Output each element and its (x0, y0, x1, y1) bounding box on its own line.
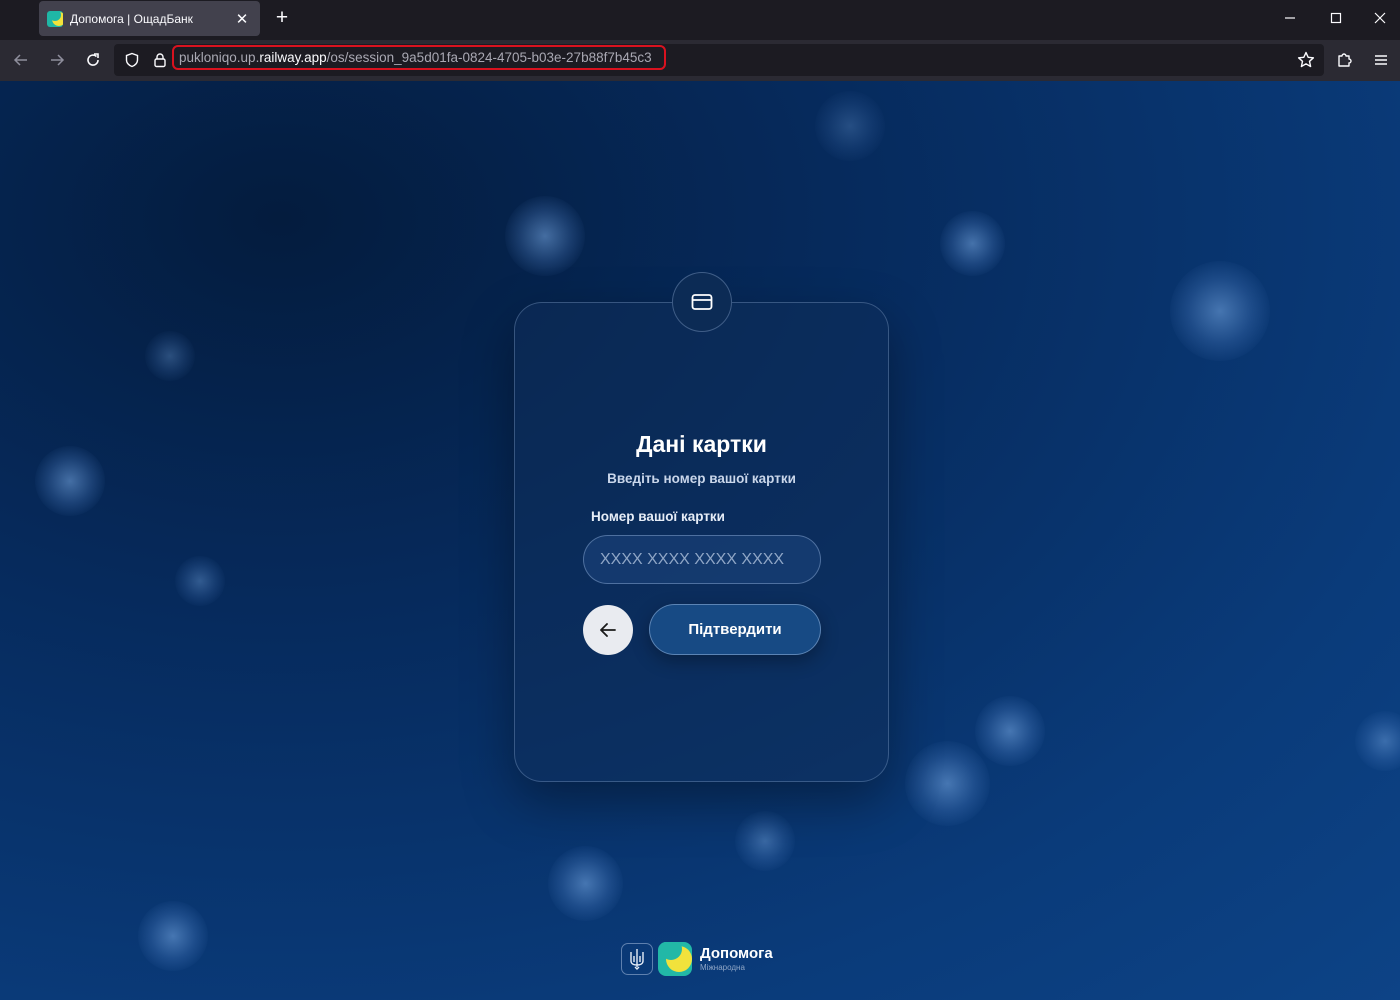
brand-text: Допомога Міжнародна (700, 944, 773, 973)
back-button[interactable] (583, 605, 633, 655)
brand-logo-icon (658, 942, 692, 976)
shield-icon[interactable] (124, 52, 140, 68)
url-highlight[interactable]: pukloniqo.up.railway.app/os/session_9a5d… (172, 45, 666, 70)
forward-nav-button[interactable] (41, 44, 73, 76)
site-favicon-icon (47, 10, 63, 27)
arrow-left-icon (600, 623, 616, 637)
card-number-label: Номер вашої картки (591, 509, 725, 524)
lock-icon[interactable] (152, 52, 168, 68)
page-content: Дані картки Введіть номер вашої картки Н… (0, 81, 1400, 1000)
credit-card-icon (691, 294, 713, 310)
arrow-right-icon (51, 54, 65, 66)
minimize-icon (1285, 17, 1295, 19)
close-icon (1374, 12, 1385, 24)
footer-brand-logo: Допомога Міжнародна (621, 939, 773, 979)
hamburger-menu-icon (1375, 55, 1387, 65)
page-title: Дані картки (636, 431, 767, 457)
back-nav-button[interactable] (5, 44, 37, 76)
browser-tab-bar: Допомога | ОщадБанк ✕ + (0, 0, 1400, 40)
reload-button[interactable] (77, 44, 109, 76)
tab-title: Допомога | ОщадБанк (70, 11, 193, 26)
new-tab-button[interactable]: + (270, 6, 294, 30)
browser-tab[interactable]: Допомога | ОщадБанк ✕ (39, 1, 260, 36)
bookmark-button[interactable] (1290, 44, 1322, 76)
brand-subtitle: Міжнародна (700, 962, 745, 972)
puzzle-icon (1338, 53, 1352, 67)
confirm-button[interactable]: Підтвердити (649, 604, 821, 655)
arrow-left-icon (13, 54, 27, 66)
star-icon (1297, 51, 1315, 68)
close-window-button[interactable] (1359, 0, 1400, 36)
page-subtitle: Введіть номер вашої картки (607, 471, 796, 486)
trident-icon (621, 943, 653, 975)
maximize-window-button[interactable] (1313, 0, 1359, 36)
brand-name: Допомога (700, 944, 773, 962)
url-text: pukloniqo.up.railway.app/os/session_9a5d… (179, 50, 652, 65)
extensions-button[interactable] (1329, 44, 1361, 76)
maximize-icon (1330, 12, 1342, 24)
card-number-input[interactable] (583, 535, 821, 584)
menu-button[interactable] (1365, 44, 1397, 76)
reload-icon (87, 53, 99, 66)
trident-emblem-icon (630, 949, 644, 970)
browser-nav-bar: pukloniqo.up.railway.app/os/session_9a5d… (0, 40, 1400, 81)
card-header-badge (672, 272, 732, 332)
close-tab-icon[interactable]: ✕ (232, 10, 252, 28)
minimize-window-button[interactable] (1267, 0, 1313, 36)
